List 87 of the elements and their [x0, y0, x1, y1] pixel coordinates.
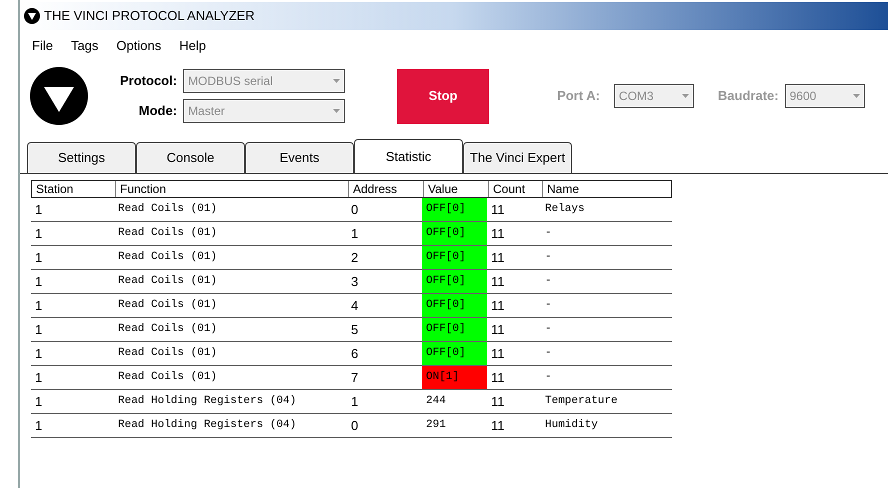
- column-header[interactable]: Station: [32, 181, 115, 197]
- column-header[interactable]: Function: [115, 181, 348, 197]
- table-cell-text: Read Coils (01): [117, 322, 218, 338]
- menu-item[interactable]: File: [32, 36, 53, 56]
- table-cell-text: -: [544, 298, 553, 314]
- table-cell-text: 11: [490, 392, 506, 411]
- column-header[interactable]: Count: [488, 181, 542, 197]
- tab[interactable]: Events: [245, 142, 354, 173]
- table-cell-text: 11: [490, 320, 506, 339]
- field-label: Baudrate:: [718, 87, 779, 106]
- field-label: Port A:: [557, 87, 600, 106]
- field-label: Protocol:: [120, 72, 178, 90]
- table-cell-text: Read Coils (01): [117, 298, 218, 314]
- table-cell-text: -: [544, 250, 553, 266]
- value-cell: OFF[0]: [422, 246, 487, 269]
- table-cell-text: 1: [34, 368, 44, 387]
- table-cell-text: 1: [34, 272, 44, 291]
- table-cell-text: 11: [490, 224, 506, 243]
- table-cell-text: 1: [34, 416, 44, 435]
- table-cell-text: 11: [490, 344, 506, 363]
- dropdown-caret-icon: [333, 79, 340, 83]
- dropdown-caret-icon: [852, 94, 860, 98]
- column-header[interactable]: Value: [423, 181, 488, 197]
- table-cell-text: 11: [490, 248, 506, 267]
- table-cell-text: 5: [350, 320, 360, 339]
- table-cell-text: 1: [350, 224, 360, 243]
- table-cell-text: 0: [350, 200, 360, 219]
- table-cell-text: 11: [490, 368, 506, 387]
- table-cell-text: 1: [34, 344, 44, 363]
- table-cell-text: -: [544, 346, 553, 362]
- field-label: Mode:: [138, 102, 178, 120]
- table-cell-text: -: [544, 274, 553, 290]
- table-cell-text: 11: [490, 272, 506, 291]
- tab[interactable]: The Vinci Expert: [463, 142, 572, 173]
- value-cell-text: 244: [425, 394, 447, 410]
- table-cell-text: 1: [34, 224, 44, 243]
- menu-item[interactable]: Options: [116, 36, 162, 56]
- tab[interactable]: Statistic: [354, 139, 463, 173]
- table-cell-text: 7: [350, 368, 360, 387]
- table-cell-text: 1: [350, 392, 360, 411]
- table-cell-text: -: [544, 226, 553, 242]
- table-cell-text: -: [544, 370, 553, 386]
- table-cell-text: Temperature: [544, 394, 619, 410]
- value-cell: OFF[0]: [422, 270, 487, 293]
- table-cell-text: 1: [34, 200, 44, 219]
- table-cell-text: 0: [350, 416, 360, 435]
- tab[interactable]: Console: [136, 142, 245, 173]
- table-cell-text: 4: [350, 296, 360, 315]
- value-cell-text: 291: [425, 418, 447, 434]
- value-cell: OFF[0]: [422, 342, 487, 365]
- menu-item[interactable]: Help: [179, 36, 206, 56]
- table-cell-text: Read Holding Registers (04): [117, 418, 298, 434]
- column-header[interactable]: Name: [542, 181, 671, 197]
- column-header[interactable]: Address: [348, 181, 423, 197]
- table-cell-text: Humidity: [544, 418, 599, 434]
- table-cell-text: 1: [34, 392, 44, 411]
- menu-item[interactable]: Tags: [70, 36, 98, 56]
- value-cell: ON[1]: [422, 366, 487, 389]
- value-cell: OFF[0]: [422, 294, 487, 317]
- dropdown-caret-icon: [682, 94, 689, 98]
- dropdown-caret-icon: [333, 109, 340, 113]
- table-cell-text: 11: [490, 200, 506, 219]
- table-cell-text: Read Coils (01): [117, 370, 218, 386]
- table-cell-text: 3: [350, 272, 360, 291]
- stop-button[interactable]: Stop: [397, 68, 490, 124]
- table-cell-text: Read Coils (01): [117, 274, 218, 290]
- table-cell-text: 6: [350, 344, 360, 363]
- table-cell-text: Read Holding Registers (04): [117, 394, 298, 410]
- table-cell-text: 11: [490, 296, 506, 315]
- table-cell-text: Read Coils (01): [117, 202, 218, 218]
- table-cell-text: 1: [34, 248, 44, 267]
- table-cell-text: 2: [350, 248, 360, 267]
- app-logo-icon: [24, 8, 40, 24]
- table-cell-text: Relays: [544, 202, 586, 218]
- table-cell-text: 1: [34, 320, 44, 339]
- table-cell-text: Read Coils (01): [117, 250, 218, 266]
- table-cell-text: Read Coils (01): [117, 226, 218, 242]
- table-cell-text: 11: [490, 416, 506, 435]
- table-cell-text: 1: [34, 296, 44, 315]
- value-cell: OFF[0]: [422, 318, 487, 341]
- table-cell-text: Read Coils (01): [117, 346, 218, 362]
- table-cell-text: -: [544, 322, 553, 338]
- app-logo-icon: [30, 67, 88, 125]
- window-title: THE VINCI PROTOCOL ANALYZER: [44, 7, 255, 26]
- tab[interactable]: Settings: [27, 142, 136, 173]
- value-cell: OFF[0]: [422, 222, 487, 245]
- value-cell: OFF[0]: [422, 198, 487, 221]
